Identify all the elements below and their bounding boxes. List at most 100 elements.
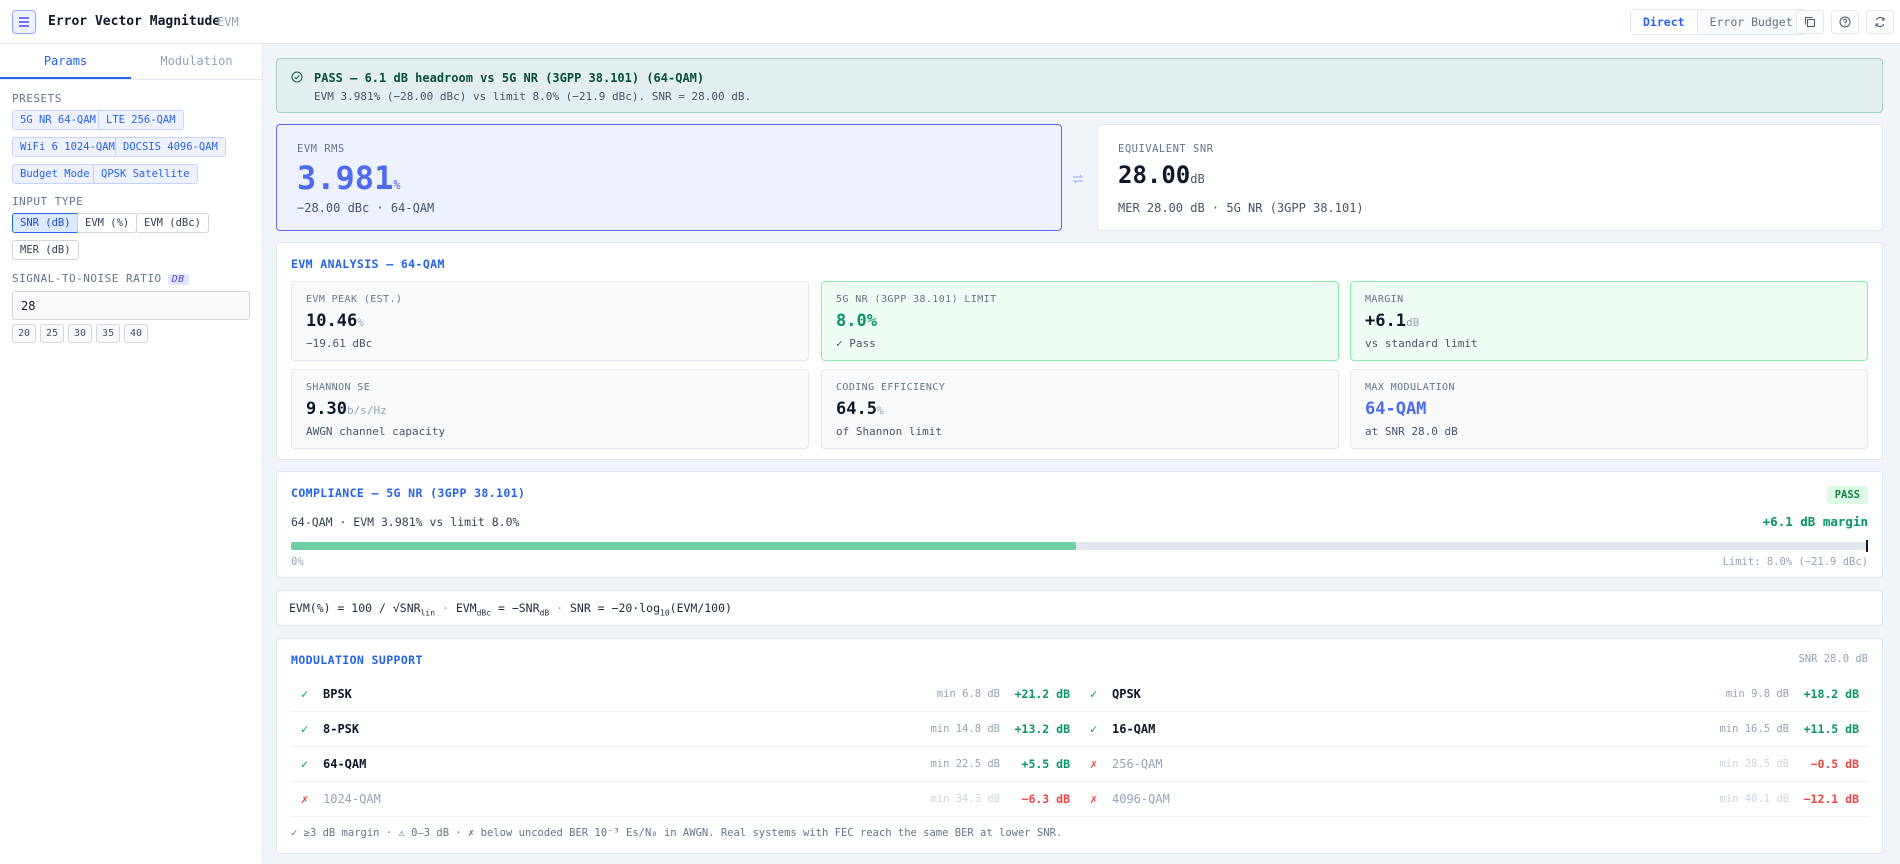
metric-sub: −19.61 dBc — [306, 337, 373, 350]
metric-label: EVM PEAK (EST.) — [306, 294, 403, 305]
compliance-bar-fill — [291, 542, 1077, 550]
compliance-bar-track — [291, 540, 1868, 552]
modulation-name: 4096-QAM — [1112, 792, 1170, 806]
modulation-row: ✗ 256-QAM min 28.5 dB −0.5 dB — [1080, 747, 1869, 782]
tab-params[interactable]: Params — [0, 44, 131, 79]
status-mark: ✗ — [301, 792, 309, 806]
modulation-snr-note: SNR 28.0 dB — [1798, 653, 1868, 665]
metric-margin: MARGIN +6.1dB vs standard limit — [1350, 281, 1868, 361]
status-mark: ✓ — [301, 687, 309, 701]
preset-docsis-4096qam[interactable]: DOCSIS 4096-QAM — [115, 137, 226, 157]
modulation-min-snr: min 16.5 dB — [1719, 723, 1789, 735]
status-mark: ✓ — [301, 757, 309, 771]
equivalent-snr-label: EQUIVALENT SNR — [1118, 143, 1214, 155]
quick-value-30[interactable]: 30 — [68, 324, 92, 343]
input-type-evm-dbc[interactable]: EVM (dBc) — [136, 213, 209, 233]
status-mark: ✓ — [301, 722, 309, 736]
formula-snr: SNR = −20·log — [569, 601, 660, 615]
quick-value-40[interactable]: 40 — [124, 324, 148, 343]
metric-unit: % — [357, 316, 364, 329]
compliance-limit-marker — [1866, 540, 1868, 552]
status-mark: ✗ — [1090, 757, 1098, 771]
swap-arrows-icon — [1072, 174, 1084, 184]
presets-label: PRESETS — [12, 92, 62, 105]
metric-number: 10.46 — [306, 311, 358, 331]
snr-label-text: SIGNAL-TO-NOISE RATIO — [12, 272, 162, 285]
metric-value: 10.46% — [306, 311, 364, 331]
sidebar-tabs: Params Modulation — [0, 44, 262, 80]
preset-wifi6-1024qam[interactable]: WiFi 6 1024-QAM — [12, 137, 123, 157]
mode-switch: Direct Error Budget — [1630, 9, 1806, 35]
metric-unit: % — [876, 404, 884, 417]
metric-coding-efficiency: CODING EFFICIENCY 64.5% of Shannon limit — [821, 369, 1339, 449]
evm-rms-card: EVM RMS 3.981% −28.00 dBc · 64-QAM — [276, 124, 1062, 231]
mode-direct-button[interactable]: Direct — [1631, 10, 1698, 34]
preset-budget-mode[interactable]: Budget Mode — [12, 164, 98, 184]
metric-label: MARGIN — [1365, 294, 1404, 305]
modulation-margin: −6.3 dB — [1021, 792, 1070, 806]
help-button[interactable] — [1831, 10, 1859, 34]
menu-button[interactable] — [12, 10, 36, 34]
compliance-title: COMPLIANCE — 5G NR (3GPP 38.101) — [291, 486, 526, 500]
snr-input[interactable] — [12, 291, 250, 320]
metric-value: 64.5% — [836, 399, 884, 419]
input-type-label: INPUT TYPE — [12, 195, 84, 208]
quick-value-20[interactable]: 20 — [12, 324, 36, 343]
modulation-min-snr: min 34.3 dB — [930, 793, 1000, 805]
copy-button[interactable] — [1796, 10, 1824, 34]
input-type-mer[interactable]: MER (dB) — [12, 240, 79, 260]
metric-value: 9.30b/s/Hz — [306, 399, 387, 419]
modulation-row: ✓ 64-QAM min 22.5 dB +5.5 dB — [291, 747, 1080, 782]
formula-evm-pct: EVM(%) = 100 / √SNR — [289, 601, 421, 615]
sidebar: Params Modulation PRESETS 5G NR 64-QAM L… — [0, 44, 263, 864]
modulation-min-snr: min 9.8 dB — [1725, 688, 1789, 700]
metric-label: SHANNON SE — [306, 382, 371, 393]
check-circle-icon — [291, 71, 303, 83]
snr-label: SIGNAL-TO-NOISE RATIO DB — [12, 272, 189, 285]
metric-evm-peak: EVM PEAK (EST.) 10.46% −19.61 dBc — [291, 281, 809, 361]
modulation-name: 16-QAM — [1112, 722, 1156, 736]
metric-label: CODING EFFICIENCY — [836, 382, 946, 393]
refresh-button[interactable] — [1866, 10, 1894, 34]
evm-rms-sub: −28.00 dBc · 64-QAM — [297, 201, 435, 215]
preset-5g-nr-64qam[interactable]: 5G NR 64-QAM — [12, 110, 104, 130]
input-type-snr[interactable]: SNR (dB) — [12, 213, 79, 233]
modulation-margin: +13.2 dB — [1014, 722, 1070, 736]
quick-value-35[interactable]: 35 — [96, 324, 120, 343]
formula-evm-dbc: EVM — [455, 601, 477, 615]
equivalent-snr-value: 28.00dB — [1118, 161, 1205, 189]
equivalent-snr-card: EQUIVALENT SNR 28.00dB MER 28.00 dB · 5G… — [1097, 124, 1883, 231]
banner-title: PASS — 6.1 dB headroom vs 5G NR (3GPP 38… — [314, 71, 705, 85]
quick-value-25[interactable]: 25 — [40, 324, 64, 343]
evm-analysis-panel: EVM ANALYSIS — 64-QAM EVM PEAK (EST.) 10… — [276, 242, 1883, 460]
input-type-evm-pct[interactable]: EVM (%) — [77, 213, 138, 233]
modulation-name: 64-QAM — [323, 757, 367, 771]
app-abbr: EVM — [217, 15, 239, 29]
modulation-margin: +5.5 dB — [1021, 757, 1070, 771]
preset-lte-256qam[interactable]: LTE 256-QAM — [98, 110, 184, 130]
compliance-detail: 64-QAM · EVM 3.981% vs limit 8.0% — [291, 515, 520, 529]
modulation-min-snr: min 6.8 dB — [936, 688, 1000, 700]
metric-sub: AWGN channel capacity — [306, 425, 446, 438]
modulation-row: ✗ 1024-QAM min 34.3 dB −6.3 dB — [291, 782, 1080, 817]
tab-modulation[interactable]: Modulation — [131, 44, 262, 79]
modulation-name: 8-PSK — [323, 722, 360, 736]
metric-number: 64.5 — [836, 399, 877, 419]
metric-value: 64-QAM — [1365, 399, 1426, 419]
modulation-row: ✓ 16-QAM min 16.5 dB +11.5 dB — [1080, 712, 1869, 747]
metric-shannon-se: SHANNON SE 9.30b/s/Hz AWGN channel capac… — [291, 369, 809, 449]
preset-qpsk-satellite[interactable]: QPSK Satellite — [93, 164, 198, 184]
metric-sub: vs standard limit — [1365, 337, 1478, 350]
modulation-min-snr: min 14.8 dB — [930, 723, 1000, 735]
modulation-margin: −0.5 dB — [1810, 757, 1859, 771]
formula-text: EVM(%) = 100 / √SNRlin · EVMdBc = −SNRdB… — [289, 601, 732, 617]
modulation-name: 256-QAM — [1112, 757, 1163, 771]
compliance-status-badge: PASS — [1826, 486, 1868, 504]
metric-standard-limit: 5G NR (3GPP 38.101) LIMIT 8.0% ✓ Pass — [821, 281, 1339, 361]
modulation-row: ✓ BPSK min 6.8 dB +21.2 dB — [291, 677, 1080, 712]
metric-value: 8.0% — [836, 311, 877, 331]
mode-error-budget-button[interactable]: Error Budget — [1698, 10, 1805, 34]
evm-rms-value: 3.981% — [297, 159, 401, 197]
formula-sub: 10 — [660, 608, 670, 618]
evm-analysis-title: EVM ANALYSIS — 64-QAM — [291, 257, 445, 271]
